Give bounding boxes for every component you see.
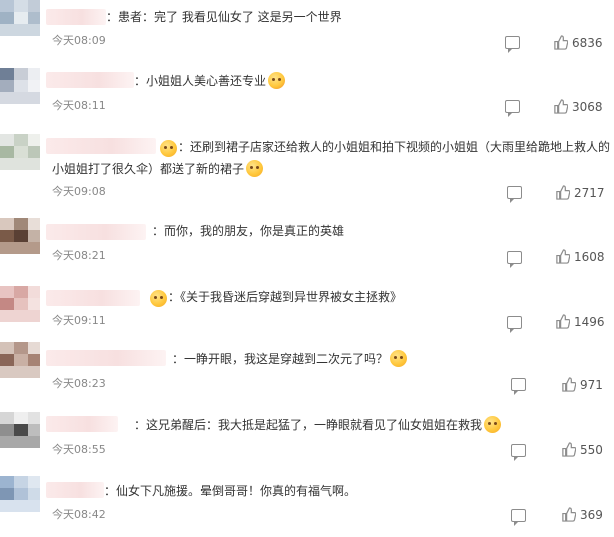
avatar[interactable] bbox=[0, 412, 40, 448]
comment-text-content: 小姐姐打了很久伞）都送了新的裙子 bbox=[52, 162, 245, 176]
username[interactable] bbox=[46, 416, 118, 432]
reply-icon[interactable] bbox=[507, 316, 522, 333]
like-button[interactable]: 1608 bbox=[555, 249, 605, 264]
avatar[interactable] bbox=[0, 286, 40, 322]
comment-text: ：而你，我的朋友，你是真正的英雄 bbox=[152, 224, 345, 238]
avatar[interactable] bbox=[0, 218, 40, 254]
username[interactable] bbox=[46, 72, 134, 88]
comment-text: ：仙女下凡施援。晕倒哥哥！你真的有福气啊。 bbox=[104, 484, 357, 498]
comment-text: ：小姐姐人美心善还专业 bbox=[134, 70, 286, 92]
thumbs-up-icon bbox=[556, 185, 570, 200]
comment-time: 今天09:08 bbox=[52, 185, 106, 198]
like-button[interactable]: 2717 bbox=[555, 185, 605, 200]
thumbs-up-icon bbox=[562, 507, 576, 522]
like-count: 369 bbox=[580, 507, 603, 522]
like-button[interactable]: 550 bbox=[561, 442, 603, 457]
wow-emoji-icon bbox=[484, 416, 502, 433]
comment-time: 今天08:55 bbox=[52, 443, 106, 456]
avatar[interactable] bbox=[0, 0, 40, 36]
reply-icon[interactable] bbox=[511, 509, 526, 526]
avatar[interactable] bbox=[0, 68, 40, 104]
kiss-emoji-icon bbox=[160, 140, 177, 157]
avatar[interactable] bbox=[0, 342, 40, 378]
comment-text: ：患者：完了 我看见仙女了 这是另一个世界 bbox=[106, 10, 342, 24]
reply-icon[interactable] bbox=[507, 186, 522, 203]
surprised-emoji-icon bbox=[390, 350, 408, 367]
reply-icon[interactable] bbox=[511, 444, 526, 461]
thumbs-up-icon bbox=[556, 249, 570, 264]
comment-text-line2: 小姐姐打了很久伞）都送了新的裙子 bbox=[52, 158, 264, 180]
comment-text: ：还刷到裙子店家还给救人的小姐姐和拍下视频的小姐姐（大雨里给跪地上救人的 bbox=[178, 140, 611, 154]
like-count: 6836 bbox=[572, 35, 603, 50]
like-count: 1608 bbox=[574, 249, 605, 264]
username[interactable] bbox=[46, 290, 140, 306]
reply-icon[interactable] bbox=[505, 36, 520, 53]
avatar[interactable] bbox=[0, 476, 40, 512]
comment-time: 今天08:11 bbox=[52, 99, 106, 112]
party-emoji-icon bbox=[268, 72, 286, 89]
kiss-emoji-icon bbox=[150, 290, 167, 307]
username[interactable] bbox=[46, 138, 156, 154]
comment-text-content: ：一睁开眼，我这是穿越到二次元了吗？ bbox=[172, 352, 389, 366]
reply-icon[interactable] bbox=[507, 251, 522, 268]
comment-text: ：《关于我昏迷后穿越到异世界被女主拯救》 bbox=[168, 290, 403, 304]
like-count: 550 bbox=[580, 442, 603, 457]
like-count: 2717 bbox=[574, 185, 605, 200]
username[interactable] bbox=[46, 224, 146, 240]
kiss-emoji-icon bbox=[246, 160, 264, 177]
comment-time: 今天08:09 bbox=[52, 34, 106, 47]
reply-icon[interactable] bbox=[511, 378, 526, 395]
like-button[interactable]: 6836 bbox=[553, 35, 603, 50]
thumbs-up-icon bbox=[562, 377, 576, 392]
thumbs-up-icon bbox=[554, 99, 568, 114]
like-count: 3068 bbox=[572, 99, 603, 114]
comment-text: ：这兄弟醒后：我大抵是起猛了，一睁眼就看见了仙女姐姐在救我 bbox=[134, 414, 502, 436]
like-button[interactable]: 3068 bbox=[553, 99, 603, 114]
like-count: 971 bbox=[580, 377, 603, 392]
comment-time: 今天08:23 bbox=[52, 377, 106, 390]
thumbs-up-icon bbox=[562, 442, 576, 457]
comment-text: ：一睁开眼，我这是穿越到二次元了吗？ bbox=[172, 348, 408, 370]
comment-text-content: ：小姐姐人美心善还专业 bbox=[134, 74, 267, 88]
username[interactable] bbox=[46, 482, 104, 498]
username[interactable] bbox=[46, 350, 166, 366]
like-button[interactable]: 369 bbox=[561, 507, 603, 522]
thumbs-up-icon bbox=[556, 314, 570, 329]
username[interactable] bbox=[46, 9, 106, 25]
comment-time: 今天09:11 bbox=[52, 314, 106, 327]
avatar[interactable] bbox=[0, 134, 40, 170]
comment-time: 今天08:21 bbox=[52, 249, 106, 262]
thumbs-up-icon bbox=[554, 35, 568, 50]
comment-time: 今天08:42 bbox=[52, 508, 106, 521]
reply-icon[interactable] bbox=[505, 100, 520, 117]
like-button[interactable]: 1496 bbox=[555, 314, 605, 329]
like-count: 1496 bbox=[574, 314, 605, 329]
comment-text-content: ：这兄弟醒后：我大抵是起猛了，一睁眼就看见了仙女姐姐在救我 bbox=[134, 418, 483, 432]
like-button[interactable]: 971 bbox=[561, 377, 603, 392]
